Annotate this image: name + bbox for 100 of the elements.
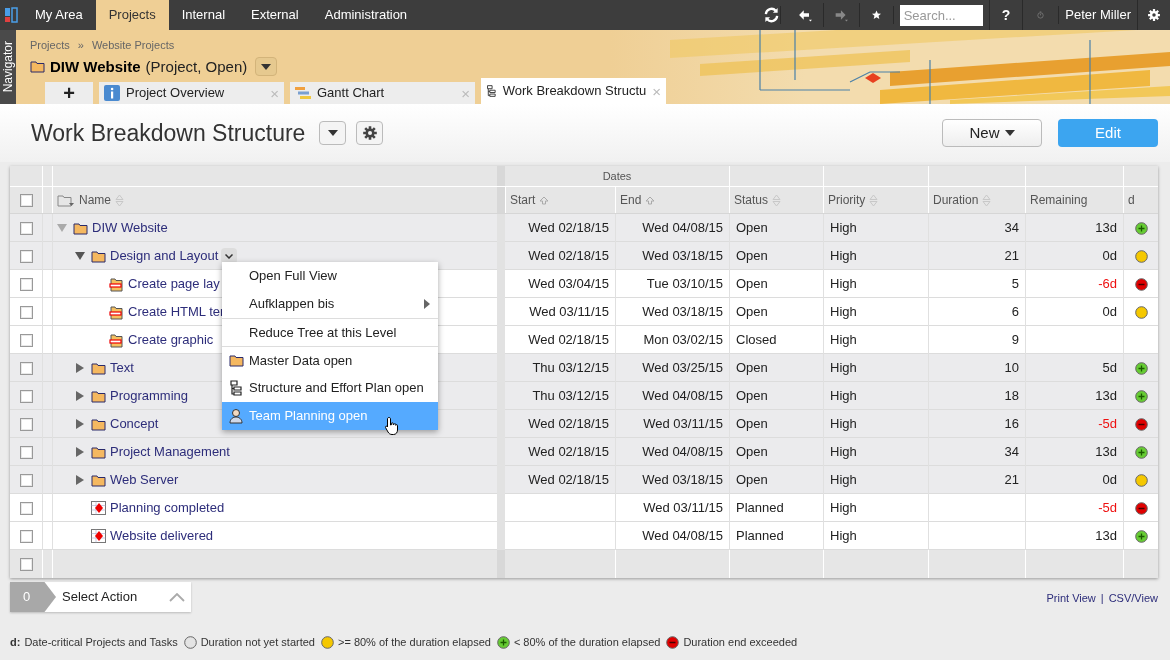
project-title: DIW Website [50, 56, 141, 77]
view-tab[interactable]: Work Breakdown Structu × [481, 78, 666, 104]
item-name-link[interactable]: Website delivered [110, 526, 214, 546]
hand-cursor-icon [384, 416, 400, 436]
priority-text: High [830, 303, 857, 322]
new-button[interactable]: New [942, 119, 1042, 147]
nav-tab[interactable]: Projects [95, 0, 169, 30]
priority-text: High [830, 527, 857, 546]
context-menu-item[interactable]: Open Full View [222, 262, 438, 290]
checkbox[interactable] [19, 417, 33, 431]
column-header[interactable]: Start [510, 191, 536, 209]
item-name-link[interactable]: Concept [110, 414, 159, 434]
nav-tab[interactable]: Administration [311, 0, 421, 30]
column-header[interactable]: Status [734, 191, 769, 209]
checkbox[interactable] [19, 221, 33, 235]
end-date: Tue 03/10/15 [646, 275, 723, 294]
checkbox[interactable] [19, 249, 33, 263]
status-text: Open [736, 275, 768, 294]
status-text: Open [736, 219, 768, 238]
expand-triangle-icon[interactable] [76, 447, 84, 457]
checkbox[interactable] [19, 333, 33, 347]
footer-link[interactable]: Print View [1046, 590, 1096, 607]
nav-tab[interactable]: External [238, 0, 312, 30]
refresh-icon[interactable] [762, 6, 781, 24]
checkbox[interactable] [19, 361, 33, 375]
end-date: Wed 03/11/15 [643, 499, 723, 518]
milestone-icon [90, 501, 106, 515]
view-tab[interactable]: Project Overview × [99, 82, 284, 104]
item-name-link[interactable]: Create HTML ter [128, 302, 225, 322]
item-name-link[interactable]: Design and Layout [110, 246, 219, 266]
expand-triangle-icon[interactable] [76, 419, 84, 429]
breadcrumb-link[interactable]: Website Projects [91, 37, 175, 54]
column-header[interactable]: Remaining [1030, 191, 1088, 209]
checkbox[interactable] [19, 529, 33, 543]
start-date: Thu 03/12/15 [532, 359, 609, 378]
breadcrumb-link[interactable]: Projects [30, 37, 70, 54]
priority-text: High [830, 275, 857, 294]
view-settings-button[interactable] [356, 121, 384, 145]
checkbox[interactable] [19, 193, 33, 207]
footer-link[interactable]: CSV/View [1108, 590, 1158, 607]
duration-value: 21 [1004, 247, 1019, 266]
title-menu-button[interactable] [319, 121, 347, 145]
item-name-link[interactable]: Web Server [110, 470, 179, 490]
column-header[interactable]: Priority [828, 191, 866, 209]
logo-icon[interactable] [4, 7, 18, 23]
collapse-triangle-icon[interactable] [75, 252, 85, 260]
context-menu-item[interactable]: Reduce Tree at this Level [222, 318, 438, 346]
column-header[interactable]: End [620, 191, 642, 209]
view-tab[interactable]: Gantt Chart × [290, 82, 475, 104]
remaining-value: -5d [1098, 499, 1117, 518]
checkbox[interactable] [19, 501, 33, 515]
checkbox[interactable] [19, 305, 33, 319]
column-header[interactable]: Duration [933, 191, 979, 209]
context-menu-item[interactable]: Structure and Effort Plan open [222, 374, 438, 402]
status-text: Open [736, 303, 768, 322]
chevron-up-icon [169, 592, 185, 602]
item-name-link[interactable]: Planning completed [110, 498, 225, 518]
item-name-link[interactable]: Create page lay [128, 274, 220, 294]
priority-text: High [830, 471, 857, 490]
remaining-value: 0d [1102, 471, 1117, 490]
nav-tab[interactable]: Internal [168, 0, 239, 30]
project-menu-button[interactable] [255, 57, 278, 77]
expand-triangle-icon[interactable] [76, 363, 84, 373]
item-name-link[interactable]: Create graphic [128, 330, 214, 350]
status-text: Closed [736, 331, 777, 350]
duration-value: 6 [1011, 303, 1019, 322]
item-name-link[interactable]: DIW Website [92, 218, 168, 238]
checkbox[interactable] [19, 557, 33, 571]
expand-triangle-icon[interactable] [76, 391, 84, 401]
nav-tab[interactable]: My Area [22, 0, 96, 30]
start-date: Wed 02/18/15 [528, 443, 609, 462]
caret-down-icon [327, 130, 338, 136]
select-action-dropdown[interactable]: Select Action [56, 582, 191, 612]
duration-value: 5 [1011, 275, 1019, 294]
checkbox[interactable] [19, 389, 33, 403]
checkbox[interactable] [19, 473, 33, 487]
column-header[interactable]: Name [79, 191, 111, 209]
settings-icon [362, 126, 377, 140]
column-group-header: Dates [601, 168, 633, 184]
sort-ascending-icon[interactable] [645, 195, 656, 205]
search-field[interactable]: Search... [899, 4, 983, 26]
context-menu-item[interactable]: Master Data open [222, 346, 438, 374]
start-date: Wed 03/11/15 [529, 303, 609, 322]
checkbox[interactable] [19, 445, 33, 459]
item-name-link[interactable]: Project Management [110, 442, 230, 462]
priority-text: High [830, 387, 857, 406]
start-date: Wed 02/18/15 [528, 219, 609, 238]
item-name-link[interactable]: Text [110, 358, 134, 378]
legend-label: >= 80% of the duration elapsed [338, 635, 491, 650]
column-header[interactable]: d [1128, 191, 1135, 209]
status-text: Open [736, 359, 768, 378]
add-tab-button[interactable]: + [45, 82, 93, 104]
sort-ascending-icon[interactable] [539, 195, 550, 205]
context-menu-item[interactable]: Aufklappen bis [222, 290, 438, 318]
item-name-link[interactable]: Programming [110, 386, 189, 406]
tab-label: Project Overview [126, 84, 226, 103]
expand-triangle-icon[interactable] [76, 475, 84, 485]
checkbox[interactable] [19, 277, 33, 291]
folder-icon [90, 473, 106, 487]
end-date: Wed 04/08/15 [642, 219, 723, 238]
